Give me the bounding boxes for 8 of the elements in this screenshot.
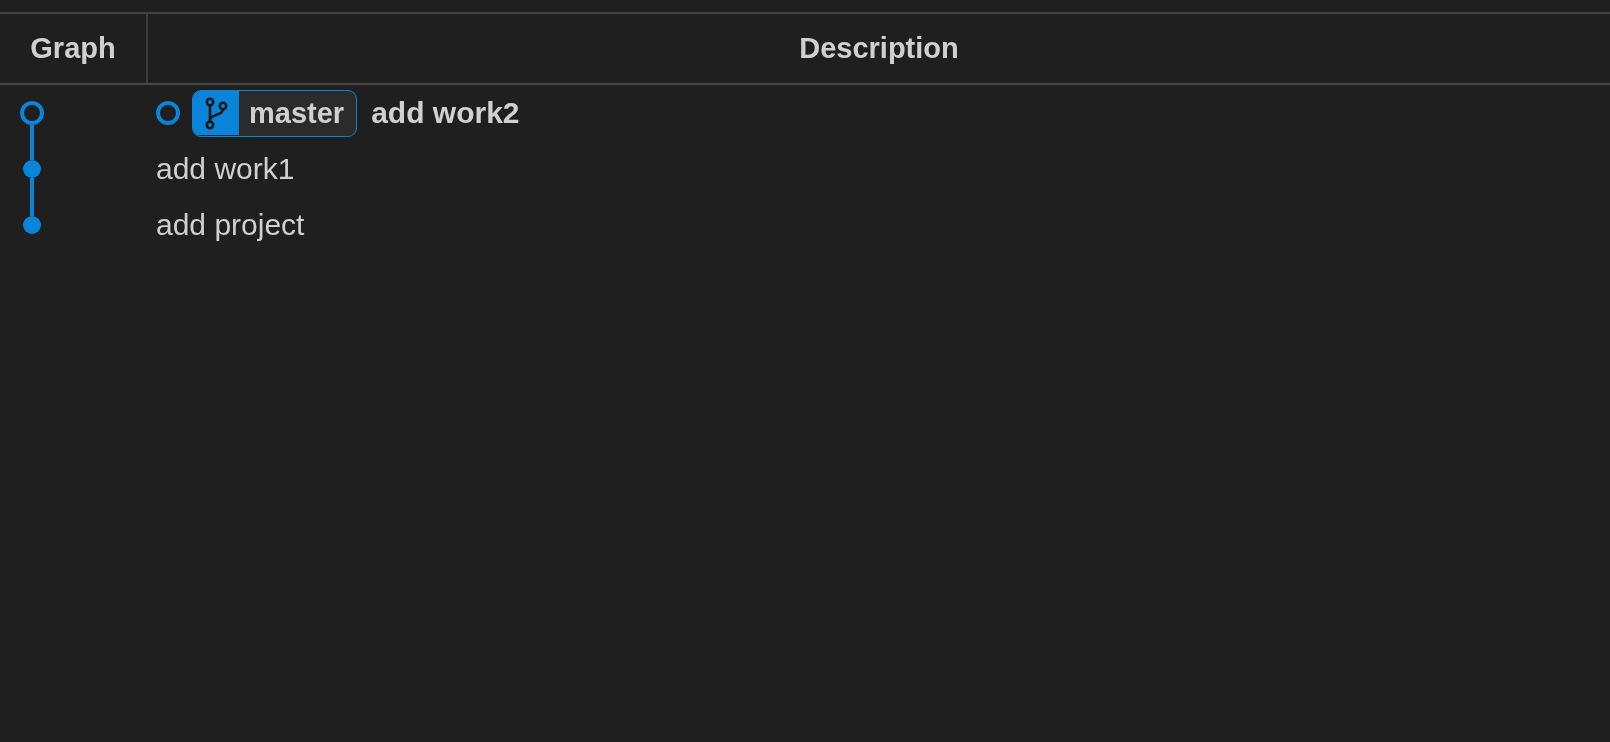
branch-icon (193, 91, 239, 135)
column-header: Description (798, 31, 960, 66)
commit-message: add project (156, 208, 305, 242)
branch-badge[interactable]: master (192, 89, 358, 137)
commit-message: add work1 (156, 152, 295, 186)
ring-icon (156, 101, 180, 125)
column-header: Graph (0, 14, 148, 83)
commit-message: add work2 (371, 96, 520, 130)
